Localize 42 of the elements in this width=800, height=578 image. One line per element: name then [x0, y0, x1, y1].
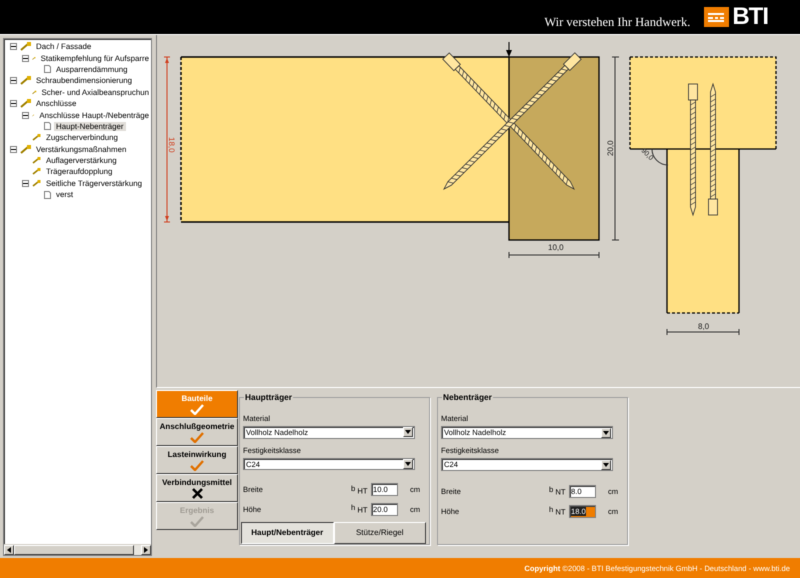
- tab[interactable]: Haupt/Nebenträger: [241, 522, 334, 544]
- logo-mark-icon: [704, 7, 730, 27]
- screw-icon: [32, 134, 41, 142]
- screw-icon: [20, 144, 31, 154]
- tagline: Wir verstehen Ihr Handwerk.: [544, 14, 690, 30]
- screw-icon: [20, 99, 31, 108]
- collapse-toggle[interactable]: [22, 54, 29, 62]
- collapse-toggle[interactable]: [10, 43, 17, 50]
- dropdown-arrow-icon[interactable]: [603, 430, 609, 434]
- document-icon: [44, 122, 51, 130]
- dimension-label: 18,0: [167, 137, 176, 153]
- collapse-toggle[interactable]: [22, 112, 29, 119]
- dropdown-arrow-icon[interactable]: [405, 430, 411, 434]
- left-arrow-icon[interactable]: [7, 547, 11, 553]
- screw-icon: [32, 54, 36, 62]
- group-title: Nebenträger: [442, 392, 493, 402]
- screw-icon: [32, 168, 41, 176]
- screw-icon: [32, 157, 41, 164]
- step-button[interactable]: Lasteinwirkung: [156, 446, 238, 474]
- screw-icon: [32, 88, 37, 96]
- tab[interactable]: Stütze/Riegel: [334, 522, 426, 544]
- document-icon: [44, 65, 51, 74]
- screw-icon: [32, 180, 41, 187]
- collapse-toggle[interactable]: [10, 77, 17, 84]
- dropdown-arrow-icon[interactable]: [405, 462, 411, 466]
- right-arrow-icon[interactable]: [144, 547, 148, 553]
- collapse-toggle[interactable]: [22, 180, 29, 187]
- logo-text: BTI: [732, 7, 768, 27]
- dimension-label: 8,0: [698, 322, 710, 331]
- step-button[interactable]: Anschlußgeometrie: [156, 418, 238, 446]
- screw-icon: [20, 42, 31, 52]
- screw-icon: [20, 76, 31, 86]
- dimension-label: 10,0: [548, 243, 564, 252]
- dimension-label: 20,0: [606, 140, 615, 156]
- group-title: Hauptträger: [244, 392, 294, 402]
- step-button[interactable]: Verbindungsmittel: [156, 474, 238, 502]
- collapse-toggle[interactable]: [10, 100, 17, 108]
- dropdown-arrow-icon[interactable]: [603, 462, 609, 466]
- horizontal-scrollbar[interactable]: [4, 544, 151, 555]
- collapse-toggle[interactable]: [10, 146, 17, 153]
- document-icon: [44, 190, 51, 199]
- angle-arc: [652, 148, 668, 166]
